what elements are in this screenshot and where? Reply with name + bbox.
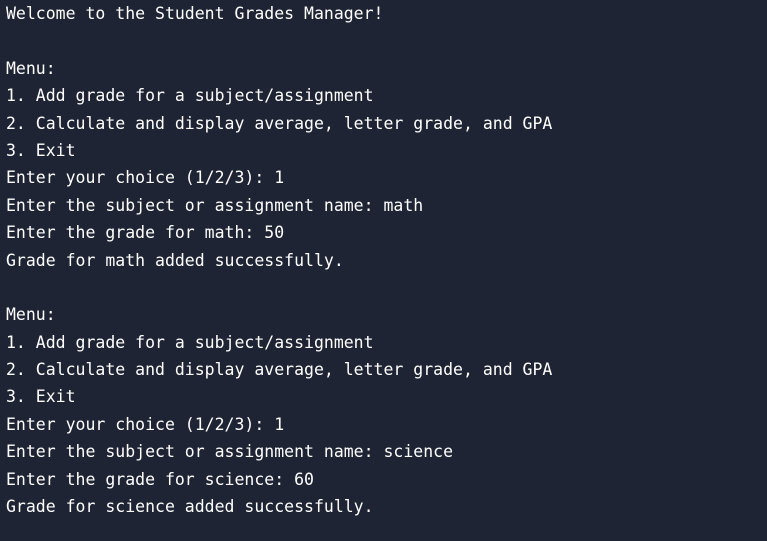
terminal-output[interactable]: Welcome to the Student Grades Manager! M… [0,0,767,541]
menu-option-exit: 3. Exit [6,387,76,407]
success-message: Grade for science added successfully. [6,497,374,517]
subject-prompt-line: Enter the subject or assignment name: ma… [6,195,424,215]
welcome-line: Welcome to the Student Grades Manager! [6,4,384,23]
choice-prompt-line: Enter your choice (1/2/3): 1 [6,168,285,188]
menu-option-calculate: 2. Calculate and display average, letter… [6,360,553,380]
menu-option-add-grade: 1. Add grade for a subject/assignment [6,86,374,106]
subject-prompt-line: Enter the subject or assignment name: sc… [6,442,454,462]
grade-prompt-line: Enter the grade for science: 60 [6,469,314,489]
menu-option-calculate: 2. Calculate and display average, letter… [6,113,553,133]
menu-heading: Menu: [6,305,56,325]
choice-prompt-line: Enter your choice (1/2/3): 1 [6,414,285,434]
grade-prompt-line: Enter the grade for math: 50 [6,223,285,243]
success-message: Grade for math added successfully. [6,250,344,270]
menu-option-exit: 3. Exit [6,140,76,160]
menu-option-add-grade: 1. Add grade for a subject/assignment [6,332,374,352]
menu-heading: Menu: [6,58,56,78]
